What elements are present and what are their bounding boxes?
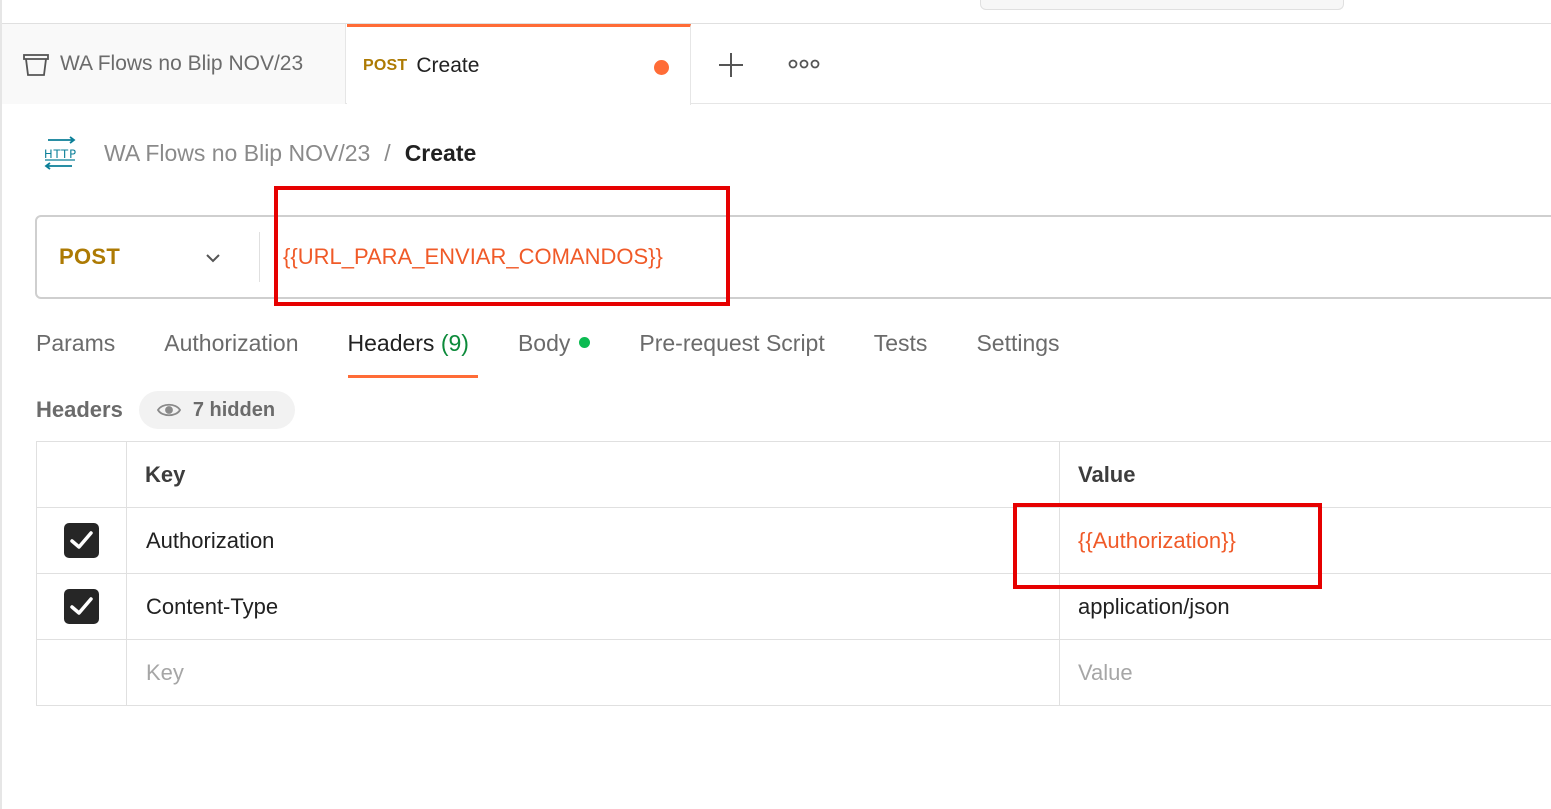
tab-request-title: Create: [416, 54, 480, 77]
tab-collection[interactable]: WA Flows no Blip NOV/23: [2, 24, 346, 104]
tab-headers-label: Headers: [347, 330, 435, 356]
header-enabled-checkbox[interactable]: [64, 589, 99, 624]
plus-icon[interactable]: [714, 48, 748, 82]
app-window: WA Flows no Blip NOV/23 POST Create HTTP…: [0, 0, 1551, 809]
svg-text:HTTP: HTTP: [44, 147, 76, 161]
breadcrumb: HTTP WA Flows no Blip NOV/23 / Create: [42, 134, 476, 172]
tab-body[interactable]: Body: [517, 322, 591, 378]
tab-headers[interactable]: Headers (9): [347, 322, 479, 378]
tab-tests[interactable]: Tests: [874, 322, 928, 378]
table-row-new: Key Value: [36, 639, 1551, 706]
header-key-cell[interactable]: Content-Type: [126, 573, 1060, 640]
column-header-check: [36, 441, 127, 508]
tab-params-label: Params: [36, 330, 116, 356]
tab-request-create[interactable]: POST Create: [347, 24, 691, 105]
http-request-icon: HTTP: [44, 136, 76, 170]
eye-icon: [156, 403, 181, 417]
table-row: Content-Type application/json: [36, 573, 1551, 640]
checkmark-icon: [70, 531, 93, 549]
collection-icon: [23, 54, 49, 76]
headers-section-title: Headers: [36, 397, 123, 422]
breadcrumb-collection[interactable]: WA Flows no Blip NOV/23: [104, 140, 370, 167]
hidden-headers-toggle[interactable]: 7 hidden: [138, 391, 296, 429]
tab-params[interactable]: Params: [36, 322, 115, 378]
url-bar: POST {{URL_PARA_ENVIAR_COMANDOS}}: [35, 215, 1551, 299]
column-header-value: Value: [1059, 441, 1551, 508]
tab-settings-label: Settings: [976, 330, 1060, 356]
checkmark-icon: [70, 597, 93, 615]
new-header-key-input[interactable]: Key: [126, 639, 1060, 706]
more-icon[interactable]: [786, 54, 822, 74]
tab-method-badge: POST: [363, 57, 408, 74]
unsaved-changes-dot[interactable]: [654, 60, 669, 75]
breadcrumb-current[interactable]: Create: [405, 140, 477, 167]
method-divider: [259, 232, 260, 282]
headers-table: Key Value Authorization {{Authorization}…: [36, 441, 1551, 706]
header-value-cell[interactable]: application/json: [1059, 573, 1551, 640]
tab-authorization-label: Authorization: [164, 330, 299, 356]
row-check-cell: [36, 507, 127, 574]
tab-settings[interactable]: Settings: [976, 322, 1059, 378]
method-label: POST: [59, 244, 121, 269]
search-bar-stub[interactable]: [980, 0, 1344, 10]
header-key-cell[interactable]: Authorization: [126, 507, 1060, 574]
chevron-down-icon: [206, 254, 220, 263]
tab-authorization[interactable]: Authorization: [164, 322, 298, 378]
row-check-cell: [36, 573, 127, 640]
new-header-value-input[interactable]: Value: [1059, 639, 1551, 706]
hidden-headers-label: 7 hidden: [192, 398, 276, 421]
table-header-row: Key Value: [36, 441, 1551, 508]
top-strip: [2, 0, 1551, 24]
request-tabs: Params Authorization Headers (9) Body Pr…: [36, 322, 1109, 378]
tab-pre-request-script[interactable]: Pre-request Script: [639, 322, 824, 378]
tab-pre-request-script-label: Pre-request Script: [639, 330, 825, 356]
tab-bar: WA Flows no Blip NOV/23 POST Create: [2, 24, 1551, 105]
body-content-dot: [579, 337, 591, 348]
header-enabled-checkbox[interactable]: [64, 523, 99, 558]
tab-tests-label: Tests: [873, 330, 928, 356]
tab-headers-count: (9): [440, 330, 469, 356]
url-input[interactable]: {{URL_PARA_ENVIAR_COMANDOS}}: [283, 217, 663, 297]
table-row: Authorization {{Authorization}}: [36, 507, 1551, 574]
tab-collection-title: WA Flows no Blip NOV/23: [60, 52, 304, 75]
row-check-cell: [36, 639, 127, 706]
tab-body-label: Body: [517, 330, 571, 356]
breadcrumb-separator: /: [384, 139, 391, 166]
method-select[interactable]: POST: [37, 217, 259, 297]
headers-subheader: Headers 7 hidden: [36, 390, 296, 430]
header-value-cell[interactable]: {{Authorization}}: [1059, 507, 1551, 574]
column-header-key: Key: [126, 441, 1060, 508]
